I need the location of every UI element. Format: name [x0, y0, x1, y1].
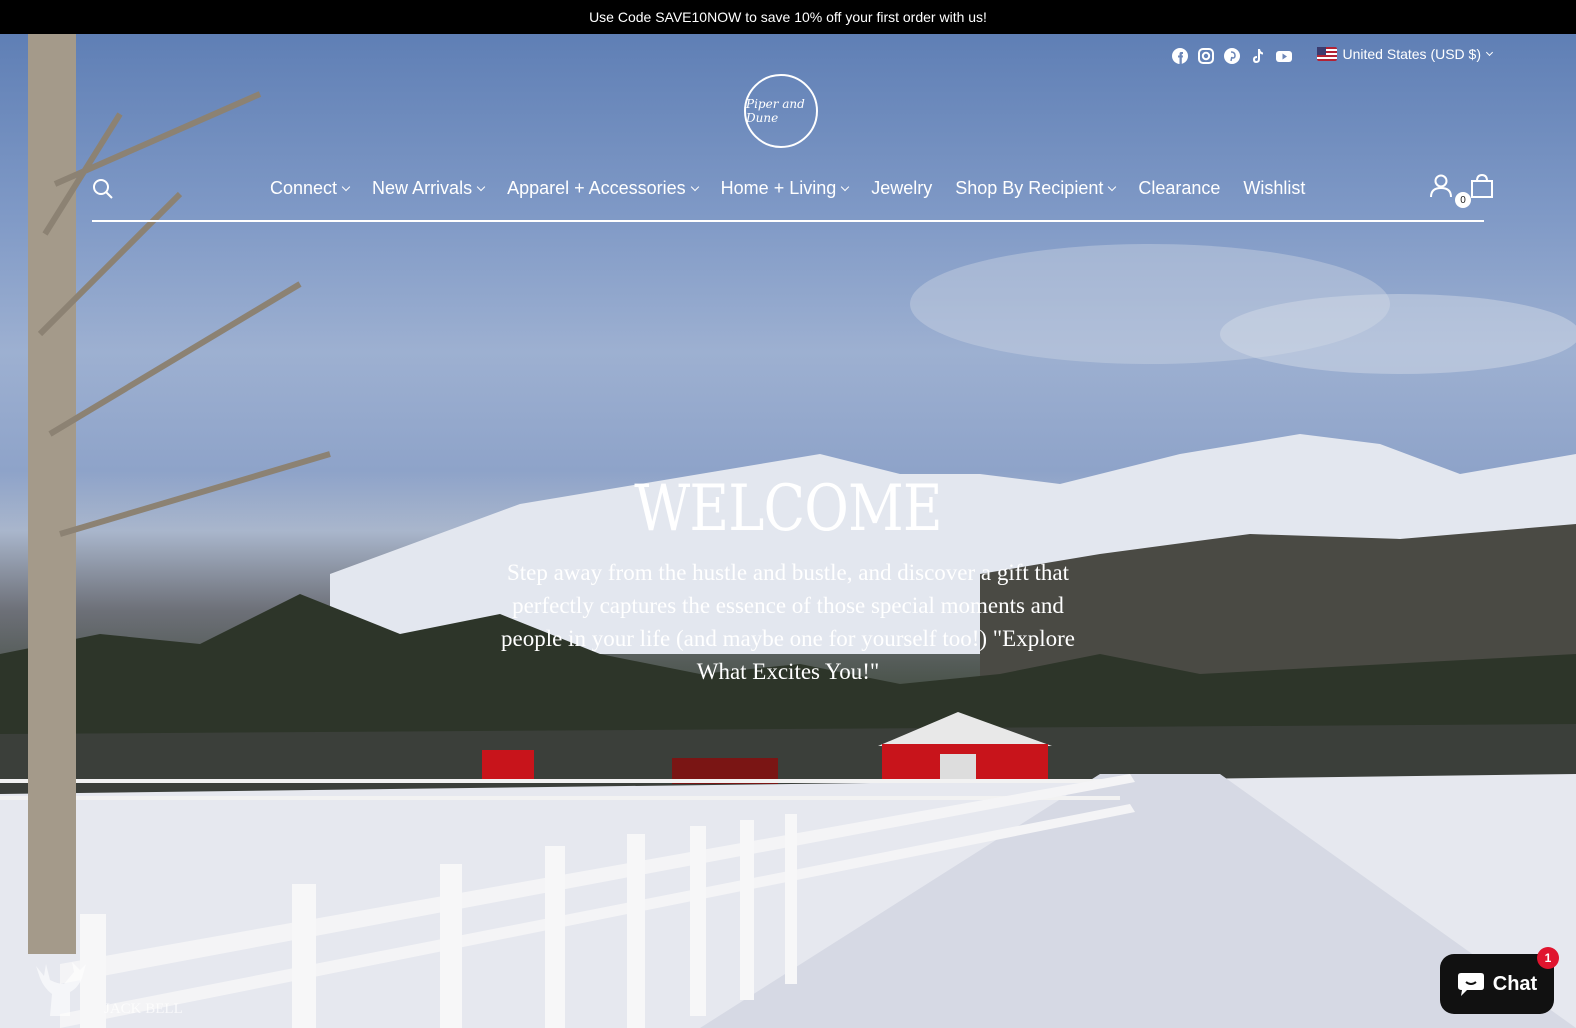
photo-watermark: JACK BELL [30, 958, 183, 1018]
instagram-icon[interactable] [1198, 48, 1214, 64]
pinterest-icon[interactable] [1224, 48, 1240, 64]
elk-logo-icon [36, 962, 86, 1016]
chat-notification-badge: 1 [1537, 947, 1559, 969]
chevron-down-icon [1108, 182, 1117, 192]
hero-banner: United States (USD $) Piper and Dune Con… [0, 34, 1576, 1028]
chevron-down-icon [1485, 48, 1494, 57]
account-icon[interactable] [1430, 174, 1452, 203]
chevron-down-icon [476, 182, 486, 192]
facebook-icon[interactable] [1172, 48, 1188, 64]
chevron-down-icon [840, 182, 850, 192]
nav-item-clearance[interactable]: Clearance [1138, 178, 1220, 199]
logo-text: Piper and Dune [746, 97, 805, 125]
nav-item-label: Clearance [1138, 178, 1221, 198]
announcement-bar: Use Code SAVE10NOW to save 10% off your … [0, 0, 1576, 34]
nav-item-label: Connect [270, 178, 338, 198]
chat-label: Chat [1492, 972, 1538, 995]
nav-item-label: Wishlist [1243, 178, 1306, 198]
search-icon[interactable] [92, 178, 114, 205]
hero-content: WELCOME Step away from the hustle and bu… [488, 474, 1088, 688]
tiktok-icon[interactable] [1250, 48, 1266, 64]
currency-selector[interactable]: United States (USD $) [1316, 46, 1494, 62]
nav-item-label: Home + Living [720, 178, 837, 198]
cart-count-badge: 0 [1455, 192, 1471, 208]
nav-item-apparel-accessories[interactable]: Apparel + Accessories [507, 178, 699, 199]
nav-item-label: Jewelry [871, 178, 933, 198]
main-navigation: Connect New Arrivals Apparel + Accessori… [92, 172, 1493, 222]
cart-icon[interactable] [1470, 173, 1494, 203]
chat-bubble-icon [1457, 973, 1484, 996]
nav-item-connect[interactable]: Connect [270, 178, 351, 199]
announcement-text: Use Code SAVE10NOW to save 10% off your … [589, 9, 987, 25]
nav-menu: Connect New Arrivals Apparel + Accessori… [270, 178, 1328, 199]
nav-item-home-living[interactable]: Home + Living [720, 178, 850, 199]
watermark-text: JACK BELL [104, 1001, 183, 1017]
nav-item-label: Shop By Recipient [955, 178, 1104, 198]
nav-item-jewelry[interactable]: Jewelry [871, 178, 932, 199]
chevron-down-icon [341, 182, 351, 192]
chevron-down-icon [690, 182, 699, 192]
hero-title: WELCOME [634, 472, 942, 546]
social-links [1172, 48, 1292, 64]
nav-item-wishlist[interactable]: Wishlist [1243, 178, 1305, 199]
us-flag-icon [1316, 47, 1337, 61]
nav-item-new-arrivals[interactable]: New Arrivals [372, 178, 486, 199]
nav-item-shop-by-recipient[interactable]: Shop By Recipient [955, 178, 1117, 199]
store-logo[interactable]: Piper and Dune [744, 74, 818, 148]
youtube-icon[interactable] [1276, 48, 1292, 64]
nav-item-label: Apparel + Accessories [507, 178, 686, 198]
chat-button[interactable]: Chat [1440, 954, 1554, 1014]
hero-body: Step away from the hustle and bustle, an… [501, 560, 1075, 684]
currency-label: United States (USD $) [1342, 46, 1482, 62]
nav-item-label: New Arrivals [372, 178, 473, 198]
